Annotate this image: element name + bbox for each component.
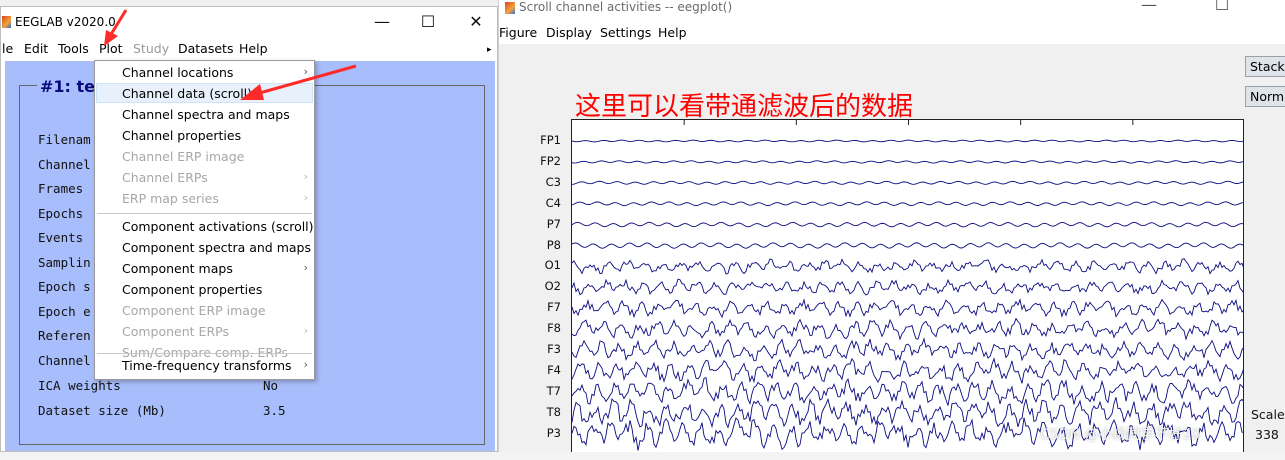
close-icon[interactable]: ✕ — [461, 11, 491, 33]
field-label: Channel — [38, 353, 91, 368]
channel-label: O1 — [544, 258, 561, 273]
menu-figure[interactable]: Figure — [499, 25, 537, 40]
channel-label: T8 — [546, 404, 561, 419]
field-label: Frames — [38, 181, 84, 196]
eeg-trace-c3 — [572, 180, 1243, 185]
channel-label: C3 — [545, 174, 561, 189]
eegplot-title: Scroll channel activities -- eegplot() — [519, 0, 733, 14]
eeg-trace-f7 — [572, 298, 1243, 319]
eeg-trace-o2 — [572, 278, 1243, 296]
channel-label: P7 — [546, 216, 561, 231]
eegplot-app-icon — [505, 2, 515, 14]
eegplot-minimize-icon[interactable]: — — [1134, 0, 1164, 16]
plot-menu-item[interactable]: Component spectra and maps — [122, 240, 311, 255]
channel-label: FP1 — [540, 133, 561, 147]
menu-separator — [97, 213, 312, 214]
eegplot-menubar: Figure Display Settings Help — [499, 24, 1285, 44]
channel-label: F8 — [547, 321, 561, 336]
eeglab-menubar: le Edit Tools Plot Study Datasets Help ▸ — [1, 39, 497, 59]
submenu-arrow-icon: › — [303, 261, 308, 274]
eegplot-maximize-icon[interactable]: ☐ — [1207, 0, 1237, 16]
menu-separator — [97, 353, 312, 354]
menu-tools[interactable]: Tools — [58, 41, 89, 56]
red-arrow-to-channel-data — [240, 64, 357, 100]
channel-label: P8 — [546, 237, 561, 252]
red-arrow-to-plot-menu — [104, 9, 128, 46]
eeglab-app-icon — [2, 16, 11, 28]
submenu-arrow-icon: › — [303, 358, 308, 371]
annotation-text: 这里可以看带通滤波后的数据 — [575, 92, 914, 122]
stack-button[interactable]: Stack — [1245, 56, 1285, 77]
eeg-trace-f3 — [572, 337, 1243, 362]
plot-menu-item: Component ERPs — [122, 324, 229, 339]
menu-help-eegplot[interactable]: Help — [658, 25, 687, 40]
channel-label: T7 — [546, 383, 561, 398]
eeg-trace-p7 — [572, 221, 1243, 228]
eeg-trace-t8 — [572, 397, 1243, 429]
submenu-arrow-icon: › — [303, 324, 308, 337]
field-label: ICA weights — [38, 378, 121, 393]
field-label: Epoch e — [38, 304, 91, 319]
eeglab-titlebar[interactable]: EEGLAB v2020.0 — ☐ ✕ — [1, 7, 497, 37]
field-label: Referen — [38, 328, 91, 343]
channel-label: O2 — [544, 279, 561, 294]
watermark: CSDN @小杨同学不好20 — [1040, 427, 1201, 443]
bottom-strip — [0, 452, 1285, 460]
menu-datasets[interactable]: Datasets — [178, 41, 233, 56]
field-label: Epoch s — [38, 279, 91, 294]
field-label: Events — [38, 230, 84, 245]
plot-menu-item[interactable]: Component properties — [122, 282, 262, 297]
eeg-trace-f4 — [572, 356, 1243, 384]
eeg-trace-o1 — [572, 258, 1243, 275]
scale-value: 338 — [1255, 427, 1279, 442]
eeg-trace-t7 — [572, 376, 1243, 406]
minimize-icon[interactable]: — — [367, 11, 397, 33]
norm-button[interactable]: Norm — [1245, 86, 1285, 107]
eeg-plot-area[interactable] — [571, 119, 1244, 452]
field-label: Samplin — [38, 255, 91, 270]
plot-menu-item[interactable]: Time-frequency transforms — [122, 358, 292, 373]
channel-label: F7 — [547, 300, 561, 315]
menu-settings[interactable]: Settings — [600, 25, 651, 40]
field-value: No — [263, 378, 279, 393]
eeg-trace-c4 — [572, 201, 1243, 207]
plot-menu-item: ERP map series — [122, 191, 219, 206]
field-label: Filenam — [38, 132, 91, 147]
channel-label: F3 — [547, 342, 561, 356]
channel-label: P3 — [546, 425, 561, 440]
plot-menu-item[interactable]: Component maps — [122, 261, 233, 276]
plot-menu-item[interactable]: Channel properties — [122, 128, 241, 143]
scale-label: Scale — [1251, 407, 1285, 422]
eeg-trace-fp1 — [572, 139, 1243, 143]
plot-menu-item[interactable]: Channel locations — [122, 65, 233, 80]
eegplot-window: Scroll channel activities -- eegplot() —… — [498, 0, 1285, 452]
field-label: Epochs — [38, 206, 84, 221]
plot-menu-item[interactable]: Channel data (scroll) — [122, 86, 252, 101]
submenu-arrow-icon: › — [303, 170, 308, 183]
field-value: 3.5 — [263, 403, 286, 418]
field-label: Channel — [38, 157, 91, 172]
toolbar-grip-icon: ▸ — [487, 45, 492, 55]
channel-label: F4 — [547, 362, 561, 377]
channel-label: C4 — [545, 195, 561, 210]
plot-menu-item[interactable]: Component activations (scroll) — [122, 219, 314, 234]
plot-menu-item: Channel ERP image — [122, 149, 245, 164]
plot-menu-item: Channel ERPs — [122, 170, 208, 185]
eeg-trace-p8 — [572, 242, 1243, 249]
plot-menu-item: Component ERP image — [122, 303, 266, 318]
menu-edit[interactable]: Edit — [24, 41, 48, 56]
maximize-icon[interactable]: ☐ — [413, 11, 443, 33]
eeg-traces — [572, 120, 1243, 451]
eeg-trace-f8 — [572, 317, 1243, 341]
menu-display[interactable]: Display — [546, 25, 592, 40]
menu-help[interactable]: Help — [239, 41, 268, 56]
channel-label: FP2 — [540, 153, 561, 168]
field-label: Dataset size (Mb) — [38, 403, 166, 418]
submenu-arrow-icon: › — [303, 191, 308, 204]
eeg-trace-fp2 — [572, 160, 1243, 164]
menu-file[interactable]: le — [2, 41, 13, 56]
